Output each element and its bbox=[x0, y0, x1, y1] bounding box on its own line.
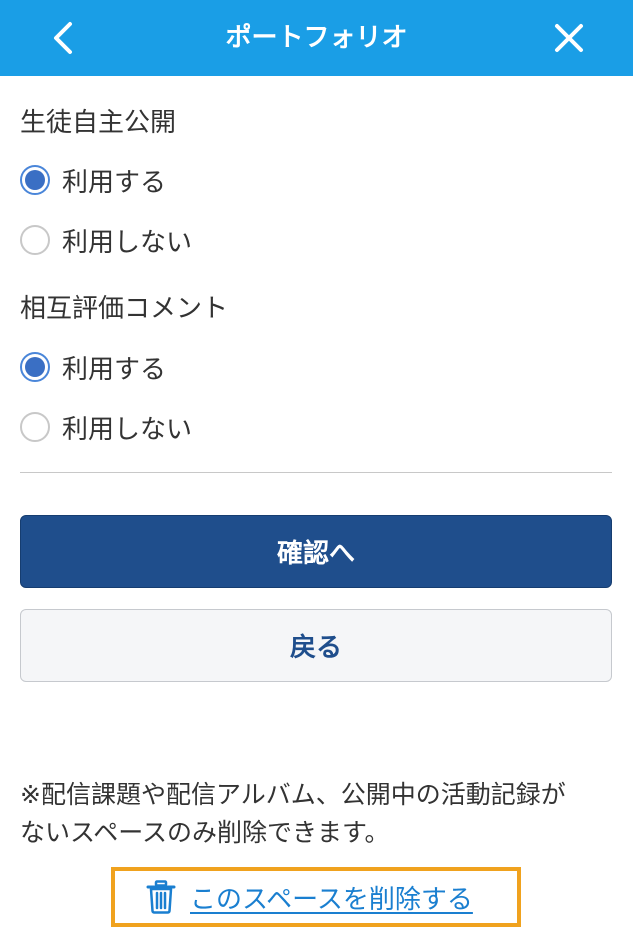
back-nav-button[interactable] bbox=[38, 14, 88, 62]
confirm-button[interactable]: 確認へ bbox=[20, 515, 612, 588]
radio-button-unchecked[interactable] bbox=[20, 412, 50, 442]
app-header: ポートフォリオ bbox=[0, 0, 633, 76]
chevron-left-icon bbox=[54, 22, 72, 54]
radio-label: 利用しない bbox=[62, 414, 193, 445]
page-title: ポートフォリオ bbox=[225, 23, 408, 53]
radio-label: 利用する bbox=[62, 354, 167, 385]
radio-button-checked[interactable] bbox=[20, 352, 50, 382]
close-button[interactable] bbox=[543, 14, 595, 62]
radio-label: 利用する bbox=[62, 167, 167, 198]
divider bbox=[20, 472, 612, 473]
delete-space-link[interactable]: このスペースを削除する bbox=[146, 876, 473, 918]
delete-space-label[interactable]: このスペースを削除する bbox=[190, 879, 473, 916]
delete-note-line2: ないスペースのみ削除できます。 bbox=[20, 818, 390, 847]
radio-label: 利用しない bbox=[62, 227, 193, 258]
radio-peer-comment-not-use[interactable]: 利用しない bbox=[20, 405, 192, 449]
section-label-peer-comment: 相互評価コメント bbox=[20, 294, 229, 324]
radio-student-publish-not-use[interactable]: 利用しない bbox=[20, 218, 192, 262]
radio-button-checked[interactable] bbox=[20, 165, 50, 195]
section-label-student-publish: 生徒自主公開 bbox=[20, 108, 177, 138]
delete-note-line1: ※配信課題や配信アルバム、公開中の活動記録が bbox=[20, 780, 566, 809]
close-icon bbox=[555, 24, 583, 52]
radio-student-publish-use[interactable]: 利用する bbox=[20, 158, 166, 202]
back-button[interactable]: 戻る bbox=[20, 609, 612, 682]
radio-peer-comment-use[interactable]: 利用する bbox=[20, 345, 166, 389]
trash-icon bbox=[146, 880, 176, 914]
radio-button-unchecked[interactable] bbox=[20, 225, 50, 255]
delete-note: ※配信課題や配信アルバム、公開中の活動記録が ないスペースのみ削除できます。 bbox=[20, 776, 620, 852]
